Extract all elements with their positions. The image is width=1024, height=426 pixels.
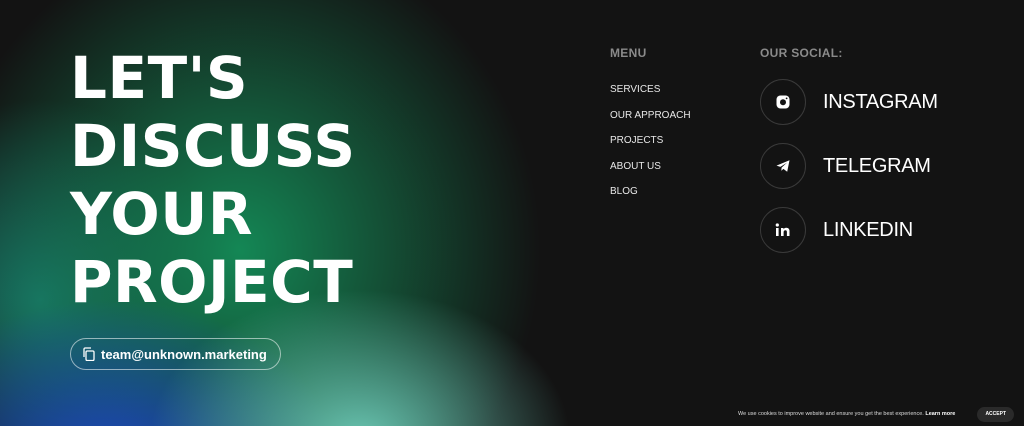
- headline-line: YOUR: [70, 180, 253, 248]
- social-label-linkedin[interactable]: LINKEDIN: [823, 219, 913, 242]
- cookie-banner: We use cookies to improve website and en…: [738, 406, 1014, 422]
- social-link-instagram[interactable]: INSTAGRAM: [760, 78, 938, 126]
- social-title: OUR SOCIAL:: [760, 46, 843, 60]
- accept-cookies-button[interactable]: ACCEPT: [977, 406, 1014, 422]
- telegram-icon: [776, 160, 790, 172]
- menu-item-about-us[interactable]: ABOUT US: [610, 154, 691, 180]
- menu-item-blog[interactable]: BLOG: [610, 179, 691, 205]
- headline-line: LET'S: [70, 44, 249, 112]
- cookie-text: We use cookies to improve website and en…: [738, 411, 955, 417]
- headline-line: DISCUSS: [70, 112, 356, 180]
- instagram-icon-circle[interactable]: [760, 79, 806, 125]
- social-label-telegram[interactable]: TELEGRAM: [823, 155, 931, 178]
- learn-more-link[interactable]: Learn more: [925, 411, 955, 417]
- social-link-linkedin[interactable]: LINKEDIN: [760, 206, 938, 254]
- menu-item-our-approach[interactable]: OUR APPROACH: [610, 103, 691, 129]
- linkedin-icon-circle[interactable]: [760, 207, 806, 253]
- social-link-telegram[interactable]: TELEGRAM: [760, 142, 938, 190]
- copy-icon: [83, 347, 95, 361]
- menu-item-services[interactable]: SERVICES: [610, 77, 691, 103]
- headline-line: PROJECT: [70, 248, 354, 316]
- email-copy-button[interactable]: team@unknown.marketing: [70, 338, 281, 370]
- menu-title: MENU: [610, 46, 647, 60]
- instagram-icon: [776, 95, 790, 109]
- social-list: INSTAGRAM TELEGRAM LINKEDIN: [760, 78, 938, 270]
- cookie-message: We use cookies to improve website and en…: [738, 411, 924, 417]
- social-label-instagram[interactable]: INSTAGRAM: [823, 91, 938, 114]
- page-headline: LET'S DISCUSS YOUR PROJECT: [70, 44, 356, 316]
- linkedin-icon: [775, 223, 790, 236]
- telegram-icon-circle[interactable]: [760, 143, 806, 189]
- email-address: team@unknown.marketing: [101, 346, 267, 362]
- menu-item-projects[interactable]: PROJECTS: [610, 128, 691, 154]
- menu-list: SERVICES OUR APPROACH PROJECTS ABOUT US …: [610, 77, 691, 205]
